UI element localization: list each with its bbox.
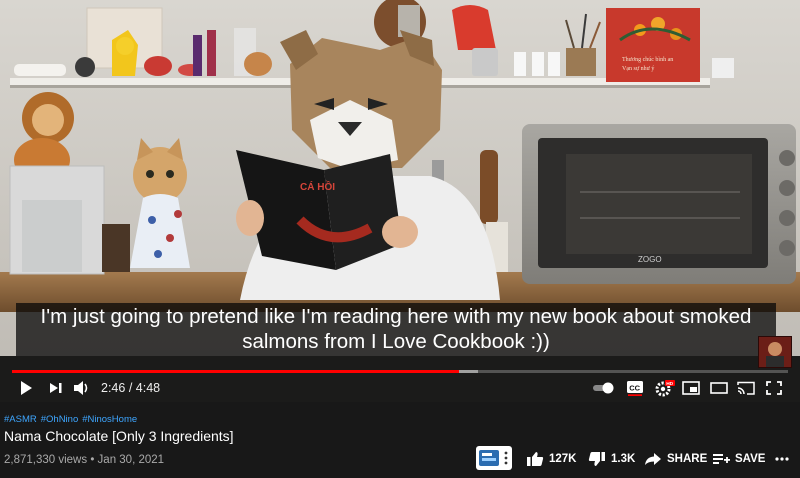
thumbs-down-icon xyxy=(588,452,605,466)
hashtag-link[interactable]: #ASMR xyxy=(4,414,37,425)
save-label: SAVE xyxy=(735,453,766,465)
next-icon xyxy=(50,383,62,393)
share-button[interactable]: SHARE xyxy=(644,446,707,472)
player-controls: 2:46 / 4:48 CC HD xyxy=(0,374,800,402)
miniplayer-button[interactable] xyxy=(682,378,700,398)
watermark-icon xyxy=(759,337,791,367)
hashtag-list: #ASMR #OhNino #NinosHome xyxy=(4,414,141,425)
caption-line-2: salmons from I Love Cookbook :)) xyxy=(242,330,550,353)
fullscreen-button[interactable] xyxy=(765,378,783,398)
next-button[interactable] xyxy=(46,378,66,398)
channel-watermark[interactable] xyxy=(758,336,792,368)
play-button[interactable] xyxy=(16,378,36,398)
like-button[interactable]: 127K xyxy=(526,446,577,472)
oven-brand: ZOGO xyxy=(638,255,662,264)
duration: 4:48 xyxy=(135,381,161,395)
cc-icon: CC xyxy=(627,381,643,396)
gear-icon: HD xyxy=(655,380,675,397)
upload-date: Jan 30, 2021 xyxy=(97,454,165,466)
volume-icon xyxy=(74,381,88,395)
progress-played xyxy=(12,370,459,373)
dislike-button[interactable]: 1.3K xyxy=(588,446,635,472)
current-time: 2:46 xyxy=(101,381,126,395)
miniplayer-icon xyxy=(682,381,700,395)
poster-line-1: Thương chúc bình an xyxy=(622,57,673,63)
progress-bar[interactable] xyxy=(12,370,788,373)
autoplay-toggle-icon xyxy=(593,382,614,394)
video-meta: 2,871,330 views • Jan 30, 2021 xyxy=(4,454,164,466)
save-playlist-icon xyxy=(713,454,730,464)
time-separator: / xyxy=(125,381,136,395)
more-horizontal-icon xyxy=(775,457,789,461)
hashtag-link[interactable]: #OhNino xyxy=(41,414,79,425)
video-player[interactable]: Thương chúc bình an Vạn sự như ý ZOGO CÁ… xyxy=(0,0,800,402)
meta-separator: • xyxy=(87,454,98,466)
share-label: SHARE xyxy=(667,453,708,465)
cast-button[interactable] xyxy=(737,378,755,398)
time-display: 2:46 / 4:48 xyxy=(101,381,160,395)
view-count: 2,871,330 views xyxy=(4,454,88,466)
settings-button[interactable]: HD xyxy=(654,378,676,398)
video-actions: 127K 1.3K SHARE SAVE xyxy=(476,446,800,472)
share-icon xyxy=(645,453,661,465)
more-actions-button[interactable] xyxy=(774,446,795,472)
caption-line-1: I'm just going to pretend like I'm readi… xyxy=(40,305,752,328)
video-title: Nama Chocolate [Only 3 Ingredients] xyxy=(4,428,234,444)
autoplay-toggle[interactable] xyxy=(592,378,616,398)
caption-overlay: I'm just going to pretend like I'm readi… xyxy=(16,303,776,356)
fullscreen-icon xyxy=(766,381,782,395)
hd-badge: HD xyxy=(666,381,673,387)
cc-label: CC xyxy=(629,384,640,393)
thumbs-up-icon xyxy=(527,452,544,466)
book-title: CÁ HỒI xyxy=(300,180,335,193)
dislike-count: 1.3K xyxy=(611,453,636,465)
theater-mode-button[interactable] xyxy=(710,378,728,398)
theater-icon xyxy=(710,382,728,394)
poster-line-2: Vạn sự như ý xyxy=(622,66,654,72)
save-button[interactable]: SAVE xyxy=(712,446,765,472)
like-count: 127K xyxy=(549,453,577,465)
volume-button[interactable] xyxy=(72,378,92,398)
play-icon xyxy=(21,381,32,395)
hashtag-link[interactable]: #NinosHome xyxy=(82,414,137,425)
cast-icon xyxy=(737,381,755,395)
captions-button[interactable]: CC xyxy=(626,378,644,398)
